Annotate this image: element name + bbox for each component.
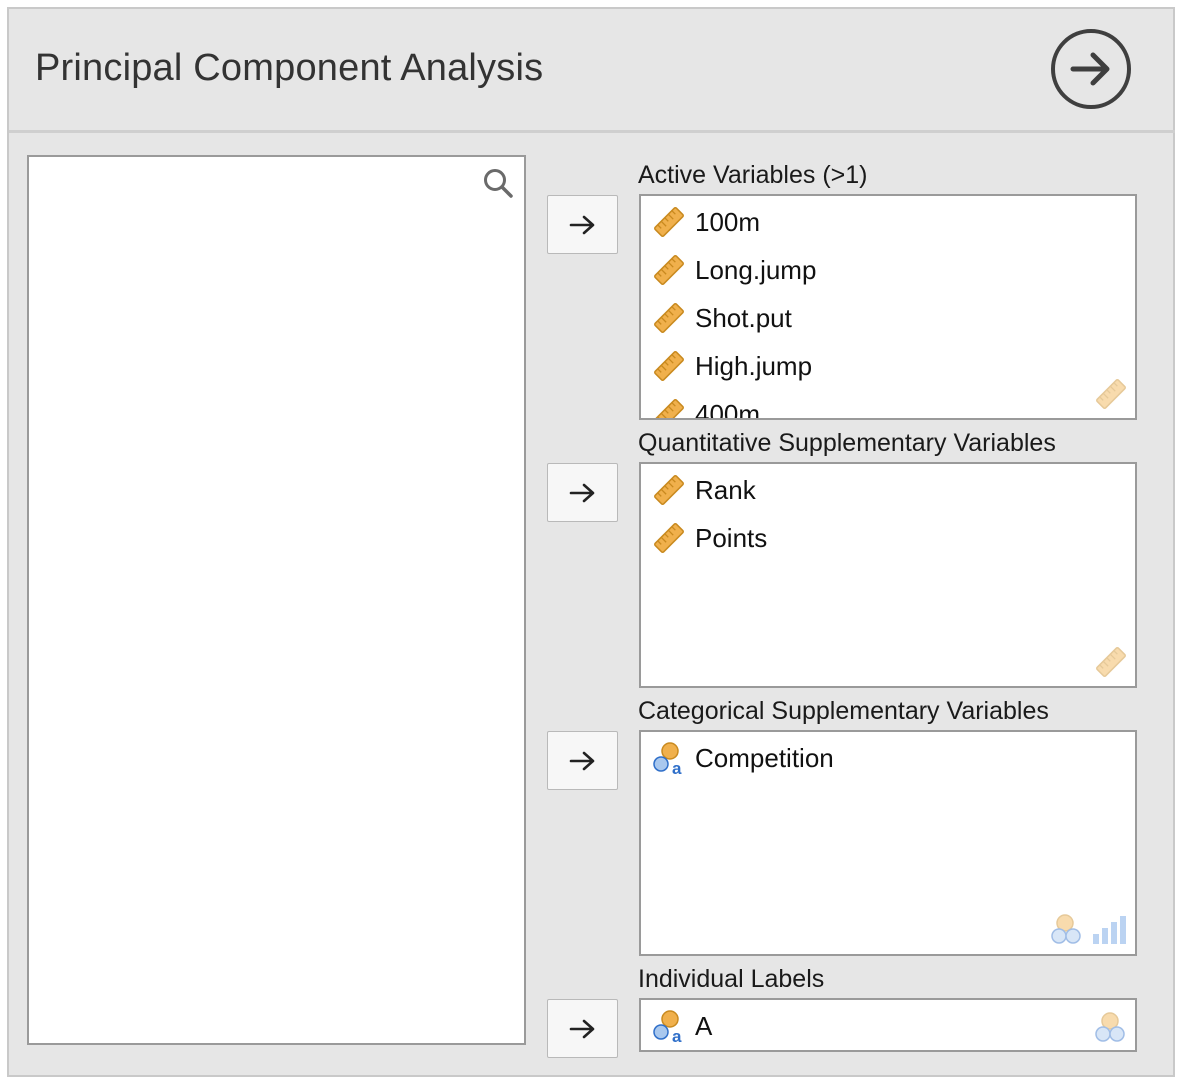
continuous-ruler-icon [654, 523, 684, 553]
nominal-text-icon: a [653, 1010, 682, 1044]
arrow-right-icon [569, 483, 594, 502]
variable-name: High.jump [695, 350, 813, 381]
variable-name: 100m [695, 206, 761, 237]
move-to-active-button[interactable] [547, 195, 618, 254]
continuous-ruler-icon [654, 255, 684, 285]
list-item[interactable]: Shot.put [651, 298, 792, 338]
page-title: Principal Component Analysis [35, 47, 544, 89]
svg-text:a: a [672, 759, 682, 776]
nominal-hint-icon [1095, 1012, 1125, 1042]
continuous-ruler-icon [654, 303, 684, 333]
list-item[interactable]: High.jump [651, 346, 812, 386]
continuous-ruler-hint-icon [1096, 379, 1126, 409]
quanti-sup-list[interactable]: Rank Points [639, 462, 1137, 688]
quanti-sup-label: Quantitative Supplementary Variables [638, 429, 1056, 457]
list-item[interactable]: a Competition [651, 738, 834, 778]
active-variables-label: Active Variables (>1) [638, 161, 868, 189]
variable-name: Shot.put [695, 302, 792, 333]
panel-header: Principal Component Analysis [9, 9, 1175, 133]
variable-name: Competition [695, 742, 834, 773]
list-item[interactable]: 400m [651, 394, 761, 420]
variable-name: 400m [695, 398, 761, 420]
continuous-ruler-icon [654, 351, 684, 381]
continuous-ruler-icon [654, 207, 684, 237]
arrow-right-icon [569, 751, 594, 770]
variable-name: Points [695, 522, 768, 553]
list-item[interactable]: Points [651, 518, 767, 558]
nominal-text-icon: a [653, 742, 682, 776]
source-variable-list[interactable] [27, 155, 526, 1045]
continuous-ruler-hint-icon [1096, 647, 1126, 677]
arrow-right-circle-icon [1070, 52, 1110, 86]
move-to-quali-sup-button[interactable] [547, 731, 618, 790]
search-icon[interactable] [482, 167, 514, 199]
active-variables-list[interactable]: 100m Long.jump Shot.put High.jump 400m [639, 194, 1137, 420]
continuous-ruler-icon [654, 475, 684, 505]
variable-name: Rank [695, 474, 756, 505]
list-item[interactable]: Long.jump [651, 250, 816, 290]
variable-name: Long.jump [695, 254, 817, 285]
arrow-right-icon [569, 1019, 594, 1038]
svg-text:a: a [672, 1027, 682, 1044]
list-item[interactable]: a A [651, 1006, 712, 1046]
quali-sup-label: Categorical Supplementary Variables [638, 697, 1049, 725]
move-to-quanti-sup-button[interactable] [547, 463, 618, 522]
arrow-right-icon [569, 215, 594, 234]
individual-labels-slot[interactable]: a A [639, 998, 1137, 1052]
move-to-labels-button[interactable] [547, 999, 618, 1058]
individual-labels-label: Individual Labels [638, 965, 825, 993]
list-item[interactable]: Rank [651, 470, 756, 510]
variable-name: A [695, 1010, 713, 1041]
nominal-ordinal-hint-icon [1051, 914, 1126, 944]
quali-sup-list[interactable]: a Competition [639, 730, 1137, 956]
run-analysis-button[interactable] [1051, 29, 1131, 109]
list-item[interactable]: 100m [651, 202, 760, 242]
continuous-ruler-icon [654, 399, 684, 418]
